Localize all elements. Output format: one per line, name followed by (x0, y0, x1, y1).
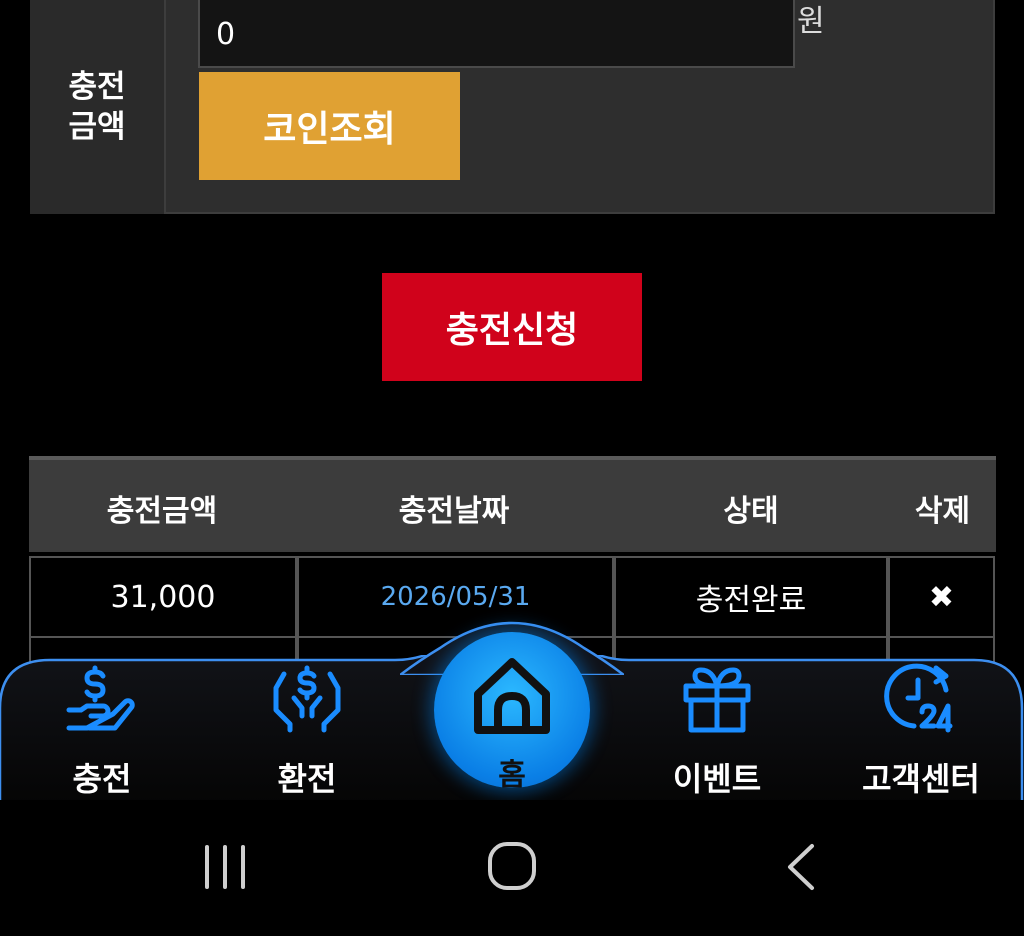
back-icon[interactable] (782, 842, 818, 892)
header-status: 상태 (723, 494, 779, 529)
nav-charge[interactable]: 충전 (27, 660, 177, 800)
home-system-icon[interactable] (486, 840, 538, 892)
nav-event-label: 이벤트 (672, 760, 762, 798)
header-delete: 삭제 (914, 494, 971, 529)
header-date: 충전날짜 (398, 494, 510, 529)
charge-amount-label-line1: 충전 (68, 69, 126, 105)
row-amount: 31,000 (29, 556, 297, 638)
nav-support-label: 고객센터 (862, 760, 980, 798)
home-icon (474, 658, 550, 734)
nav-home[interactable]: 홈 (434, 632, 590, 793)
charge-amount-label-line2: 금액 (68, 109, 126, 145)
coin-check-button[interactable]: 코인조회 (199, 72, 460, 180)
row-status: 충전완료 (614, 556, 888, 638)
hand-dollar-icon (66, 665, 135, 731)
header-amount: 충전금액 (106, 494, 218, 529)
clock-24-icon (884, 663, 953, 733)
charge-amount-input[interactable] (198, 0, 795, 68)
nav-exchange[interactable]: 환전 (232, 660, 382, 800)
currency-unit: 원 (797, 4, 825, 39)
nav-home-label: 홈 (498, 758, 526, 793)
history-table-header: 충전금액 충전날짜 상태 삭제 (29, 456, 996, 552)
charge-amount-label: 충전 금액 (30, 0, 166, 214)
charge-apply-button[interactable]: 충전신청 (382, 273, 642, 381)
nav-event[interactable]: 이벤트 (642, 660, 792, 800)
gift-icon (683, 667, 751, 733)
hands-dollar-icon (273, 665, 341, 733)
system-nav-bar (0, 800, 1024, 936)
nav-support[interactable]: 고객센터 (846, 660, 996, 800)
nav-charge-label: 충전 (72, 760, 132, 798)
recent-apps-icon[interactable] (200, 842, 250, 892)
delete-icon[interactable]: ✖ (888, 556, 995, 638)
nav-exchange-label: 환전 (277, 760, 337, 798)
